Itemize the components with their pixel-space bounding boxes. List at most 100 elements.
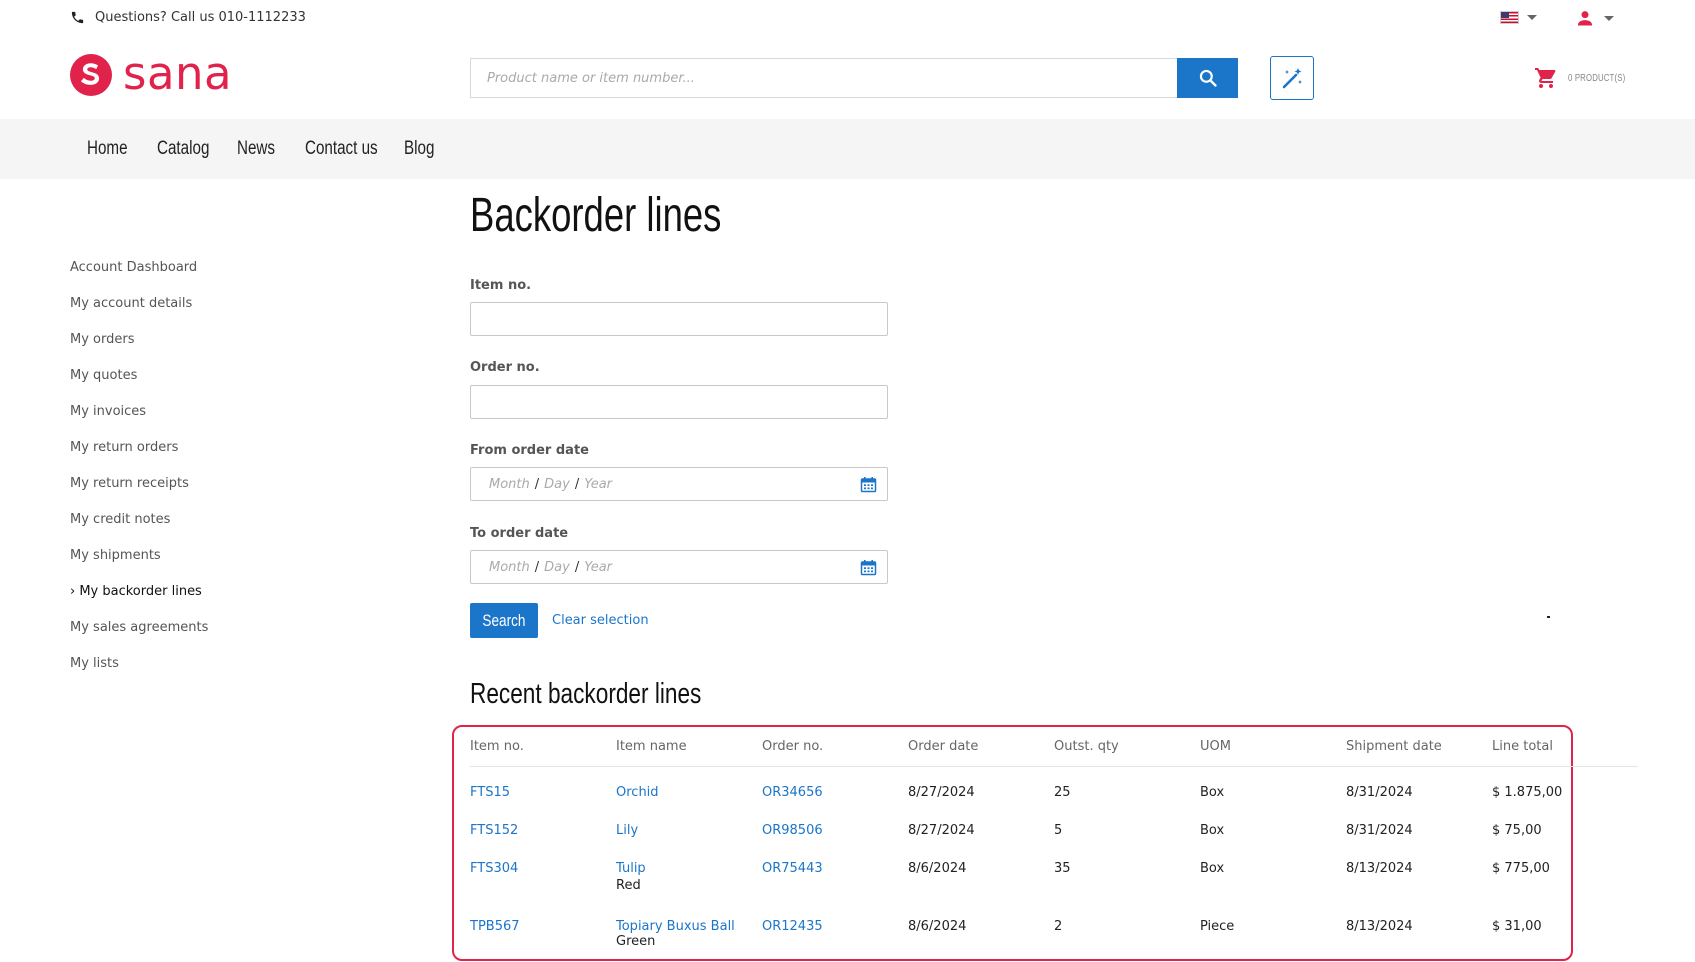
row-order-date: 8/6/2024 — [908, 919, 967, 934]
row-item-name-link[interactable]: Lily — [616, 823, 638, 838]
search-button[interactable] — [1177, 58, 1238, 98]
search-bar — [470, 58, 1238, 98]
search-submit-button[interactable]: Search — [470, 603, 538, 638]
row-line-total: $ 775,00 — [1492, 861, 1550, 876]
nav-home[interactable]: Home — [87, 138, 143, 160]
row-item-name-cell: Topiary Buxus Ball Green — [616, 919, 735, 949]
row-outst-qty: 35 — [1054, 861, 1071, 876]
row-order-no-link[interactable]: OR98506 — [762, 823, 823, 838]
row-order-no-link[interactable]: OR12435 — [762, 919, 823, 934]
row-item-variant: Red — [616, 878, 641, 893]
sidebar-item-lists[interactable]: My lists — [70, 654, 208, 690]
clear-selection-link[interactable]: Clear selection — [552, 613, 649, 628]
sana-logo-icon — [70, 54, 112, 96]
to-date-input[interactable]: Month / Day / Year — [470, 550, 888, 584]
order-no-input[interactable] — [470, 385, 888, 419]
col-header-shipment-date[interactable]: Shipment date — [1346, 739, 1442, 754]
phone-icon — [71, 11, 84, 24]
row-line-total: $ 1.875,00 — [1492, 785, 1563, 800]
row-order-date: 8/27/2024 — [908, 785, 975, 800]
year-placeholder: Year — [584, 476, 613, 492]
date-separator: / — [534, 476, 540, 492]
phone-contact: Questions? Call us 010-1112233 — [70, 10, 306, 25]
logo-text: sana — [123, 46, 233, 100]
item-no-label: Item no. — [470, 278, 532, 293]
language-selector[interactable] — [1500, 11, 1537, 24]
sidebar-item-account-dashboard[interactable]: Account Dashboard — [70, 258, 208, 294]
day-placeholder: Day — [544, 476, 570, 492]
sidebar-item-sales-agreements[interactable]: My sales agreements — [70, 618, 208, 654]
from-date-input[interactable]: Month / Day / Year — [470, 467, 888, 501]
sidebar-item-account-details[interactable]: My account details — [70, 294, 208, 330]
nav-news[interactable]: News — [237, 138, 291, 160]
recent-backorder-title: Recent backorder lines — [470, 678, 702, 710]
row-item-name-link[interactable]: Tulip — [616, 861, 646, 876]
row-uom: Box — [1200, 785, 1225, 800]
row-order-date: 8/27/2024 — [908, 823, 975, 838]
col-header-outst-qty[interactable]: Outst. qty — [1054, 739, 1119, 754]
sidebar-item-shipments[interactable]: My shipments — [70, 546, 208, 582]
to-date-label: To order date — [470, 526, 569, 541]
date-separator: / — [574, 559, 580, 575]
from-date-label: From order date — [470, 443, 589, 458]
nav-contact-us[interactable]: Contact us — [305, 138, 384, 160]
phone-text: Questions? Call us 010-1112233 — [95, 10, 306, 25]
cursor-mark — [1547, 616, 1550, 618]
row-item-name-link[interactable]: Topiary Buxus Ball — [616, 919, 735, 934]
sidebar-item-return-receipts[interactable]: My return receipts — [70, 474, 208, 510]
year-placeholder: Year — [584, 559, 613, 575]
calendar-icon[interactable] — [860, 476, 877, 493]
chevron-down-icon — [1604, 15, 1614, 21]
account-sidebar: Account Dashboard My account details My … — [70, 258, 208, 690]
nav-catalog[interactable]: Catalog — [157, 138, 221, 160]
page-title: Backorder lines — [470, 189, 722, 242]
main-nav: Home Catalog News Contact us Blog — [0, 119, 1695, 179]
col-header-line-total[interactable]: Line total — [1492, 739, 1553, 754]
col-header-item-no[interactable]: Item no. — [470, 739, 524, 754]
row-shipment-date: 8/31/2024 — [1346, 785, 1413, 800]
magic-wand-icon — [1282, 68, 1302, 89]
row-uom: Box — [1200, 823, 1225, 838]
order-no-label: Order no. — [470, 360, 540, 375]
sidebar-item-orders[interactable]: My orders — [70, 330, 208, 366]
col-header-order-date[interactable]: Order date — [908, 739, 978, 754]
month-placeholder: Month — [489, 559, 530, 575]
row-order-no-link[interactable]: OR34656 — [762, 785, 823, 800]
user-icon — [1577, 11, 1593, 26]
sidebar-item-quotes[interactable]: My quotes — [70, 366, 208, 402]
row-order-no-link[interactable]: OR75443 — [762, 861, 823, 876]
table-header-divider — [470, 766, 1638, 767]
row-shipment-date: 8/13/2024 — [1346, 861, 1413, 876]
col-header-item-name[interactable]: Item name — [616, 739, 687, 754]
row-item-name-link[interactable]: Orchid — [616, 785, 659, 800]
search-submit-label: Search — [482, 610, 526, 630]
cart-icon — [1535, 68, 1556, 88]
month-placeholder: Month — [489, 476, 530, 492]
row-outst-qty: 5 — [1054, 823, 1063, 838]
row-order-date: 8/6/2024 — [908, 861, 967, 876]
magic-wand-button[interactable] — [1270, 56, 1314, 100]
search-input[interactable] — [470, 58, 1177, 98]
sidebar-item-return-orders[interactable]: My return orders — [70, 438, 208, 474]
sana-logo[interactable]: sana — [69, 46, 233, 100]
search-icon — [1199, 69, 1217, 87]
row-item-no-link[interactable]: FTS15 — [470, 785, 510, 800]
sidebar-item-credit-notes[interactable]: My credit notes — [70, 510, 208, 546]
cart-count: 0 PRODUCT(S) — [1568, 72, 1626, 84]
nav-blog[interactable]: Blog — [404, 138, 452, 160]
cart[interactable]: 0 PRODUCT(S) — [1534, 66, 1642, 90]
col-header-order-no[interactable]: Order no. — [762, 739, 823, 754]
us-flag-icon — [1500, 11, 1519, 24]
date-separator: / — [534, 559, 540, 575]
row-shipment-date: 8/13/2024 — [1346, 919, 1413, 934]
row-item-no-link[interactable]: FTS304 — [470, 861, 518, 876]
account-menu[interactable] — [1575, 8, 1614, 28]
calendar-icon[interactable] — [860, 559, 877, 576]
row-item-no-link[interactable]: FTS152 — [470, 823, 518, 838]
item-no-input[interactable] — [470, 302, 888, 336]
row-item-no-link[interactable]: TPB567 — [470, 919, 520, 934]
sidebar-item-backorder-lines[interactable]: › My backorder lines — [70, 582, 208, 618]
sidebar-item-invoices[interactable]: My invoices — [70, 402, 208, 438]
chevron-down-icon — [1527, 15, 1537, 20]
col-header-uom[interactable]: UOM — [1200, 739, 1231, 754]
